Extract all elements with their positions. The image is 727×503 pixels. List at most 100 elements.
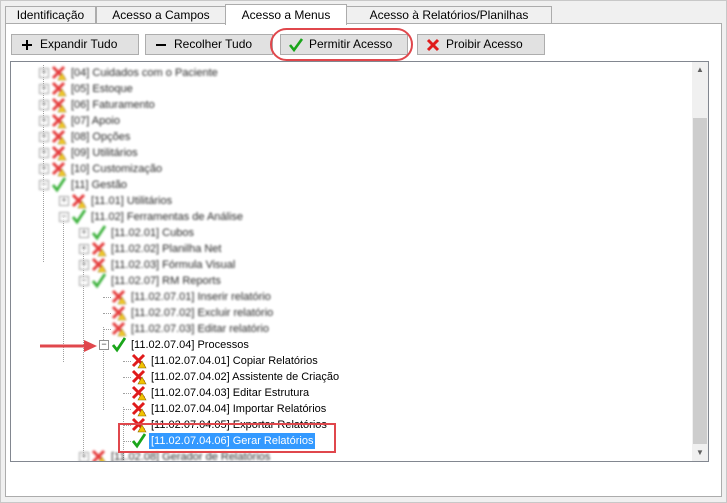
denied-warning-icon [111,289,127,305]
tree-node-label: [11.02.03] Fórmula Visual [111,259,236,271]
checkmark-icon [131,433,147,449]
collapse-all-button[interactable]: Recolher Tudo [145,34,273,55]
tree-node-label: [11.02.02] Planilha Net [111,243,222,255]
tree-node-label: [08] Opções [71,131,131,143]
tree-node-label: [11.02.07.03] Editar relatório [131,323,269,335]
menu-tree[interactable]: + [04] Cuidados com o Paciente + [05] Estoq… [10,61,709,462]
checkmark-icon [71,209,87,225]
tree-node-label: [11.02.07.04] Processos [131,339,249,351]
expand-all-button[interactable]: Expandir Tudo [11,34,139,55]
expand-node-icon[interactable]: + [39,132,49,142]
checkmark-icon [91,273,107,289]
tree-node-label: [11.02.07.04.02] Assistente de Criação [151,371,340,383]
tree-node-label: [11.02.07] RM Reports [111,275,221,287]
minus-icon [156,44,166,46]
tree-node-label: [06] Faturamento [71,99,155,111]
collapse-node-icon[interactable]: − [39,180,49,190]
tree-branch-line [123,441,131,442]
tree-branch-line [123,361,131,362]
checkmark-icon [91,225,107,241]
tree-node-label: [11.02.07.04.01] Copiar Relatórios [151,355,318,367]
tab-identificacao[interactable]: Identificação [5,6,96,24]
expand-all-label: Expandir Tudo [40,37,118,51]
deny-access-button[interactable]: Proibir Acesso [417,34,545,55]
tree-node-label: [11.02.07.01] Inserir relatório [131,291,271,303]
denied-warning-icon [91,241,107,257]
tree-branch-line [103,297,111,298]
denied-warning-icon [111,305,127,321]
tree-branch-line [103,313,111,314]
tree-branch-line [123,409,131,410]
denied-warning-icon [91,449,106,461]
expand-node-icon[interactable]: + [39,100,49,110]
plus-icon [22,40,32,50]
denied-warning-icon [51,81,67,97]
denied-warning-icon [51,145,67,161]
expand-node-icon[interactable]: + [39,84,49,94]
tree-node-label: [04] Cuidados com o Paciente [71,67,218,79]
tree-branch-line [123,425,131,426]
tree-branch-line [103,329,111,330]
checkmark-icon [288,38,304,53]
collapse-node-icon[interactable]: − [99,340,109,350]
checkmark-icon [111,337,127,353]
tree-node-label: [11.02.07.02] Excluir relatório [131,307,274,319]
denied-warning-icon [51,65,67,81]
window-frame: Identificação Acesso a Campos Acesso a M… [0,0,727,503]
scroll-up-arrow-icon[interactable]: ▲ [692,62,708,78]
denied-warning-icon [91,257,107,273]
tree-node-label: [11.02.07.04.05] Exportar Relatórios [151,419,327,431]
tree-node-label: [11.01] Utilitários [91,195,173,207]
tree-branch-line [123,393,131,394]
checkmark-icon [51,177,67,193]
tree-node-label: [09] Utilitários [71,147,138,159]
tree-node-label: [11.02.01] Cubos [111,227,194,239]
vertical-scrollbar[interactable]: ▲ ▼ [692,62,708,461]
tab-acesso-campos[interactable]: Acesso a Campos [96,6,226,24]
collapse-node-icon[interactable]: − [59,212,69,222]
denied-warning-icon [131,417,147,433]
tree-node-label: [07] Apoio [71,115,120,127]
expand-node-icon[interactable]: + [39,68,49,78]
denied-warning-icon [71,193,87,209]
expand-node-icon[interactable]: + [79,452,89,461]
tab-acesso-menus[interactable]: Acesso a Menus [225,4,347,25]
collapse-all-label: Recolher Tudo [174,37,253,51]
expand-node-icon[interactable]: + [59,196,69,206]
tree-node-label: [11.02.07.04.06] Gerar Relatórios [147,432,317,450]
denied-warning-icon [131,385,147,401]
denied-warning-icon [131,369,147,385]
denied-warning-icon [131,401,147,417]
tree-node-label: [11.02.08] Gerador de Relatórios [111,451,271,462]
deny-access-label: Proibir Acesso [446,37,523,51]
bottom-panel [10,465,709,489]
denied-warning-icon [51,97,67,113]
tree-node-label: [11.02.07.04.04] Importar Relatórios [151,403,327,415]
tree-node-label: [05] Estoque [71,83,133,95]
red-arrow-icon [40,340,97,352]
expand-node-icon[interactable]: + [79,244,89,254]
scroll-thumb[interactable] [693,118,707,444]
red-x-icon [426,38,440,52]
expand-node-icon[interactable]: + [39,164,49,174]
collapse-node-icon[interactable]: − [79,276,89,286]
tree-branch-line [123,377,131,378]
tree-node-label: [11.02] Ferramentas de Análise [91,211,244,223]
tree-node-label: [11] Gestão [71,179,128,191]
expand-node-icon[interactable]: + [39,116,49,126]
expand-node-icon[interactable]: + [39,148,49,158]
allow-access-button[interactable]: Permitir Acesso [280,34,408,55]
tree-content: + [04] Cuidados com o Paciente + [05] Estoq… [11,62,693,461]
scroll-down-arrow-icon[interactable]: ▼ [692,445,708,461]
tab-acesso-relatorios[interactable]: Acesso à Relatórios/Planilhas [346,6,552,24]
tree-node-label: [10] Customização [71,163,163,175]
denied-warning-icon [111,321,127,337]
allow-access-label: Permitir Acesso [309,37,393,51]
denied-warning-icon [131,353,147,369]
tree-node-label: [11.02.07.04.03] Editar Estrutura [151,387,310,399]
denied-warning-icon [51,161,67,177]
expand-node-icon[interactable]: + [79,228,89,238]
denied-warning-icon [51,129,67,145]
expand-node-icon[interactable]: + [79,260,89,270]
denied-warning-icon [51,113,67,129]
